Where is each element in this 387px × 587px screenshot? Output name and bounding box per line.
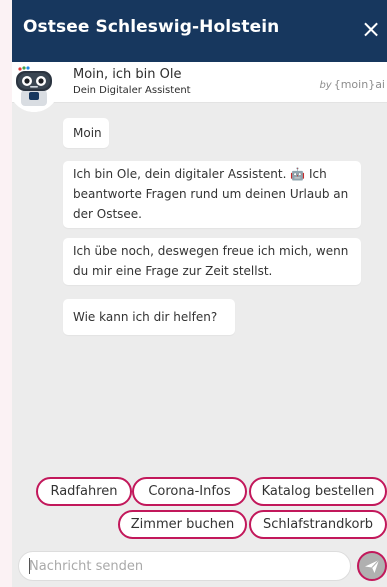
powered-by[interactable]: by {moin}ai xyxy=(319,78,385,91)
quick-replies: Radfahren Corona-Infos Katalog bestellen… xyxy=(12,468,387,545)
message-input[interactable] xyxy=(18,551,351,581)
bot-message: Moin xyxy=(63,118,109,148)
bot-name: Moin, ich bin Ole xyxy=(73,67,182,82)
quick-reply-katalog-bestellen[interactable]: Katalog bestellen xyxy=(249,477,387,506)
close-icon[interactable]: × xyxy=(361,16,381,42)
page-background-strip xyxy=(0,0,12,587)
quick-reply-schlafstrandkorb[interactable]: Schlafstrandkorb xyxy=(249,510,387,539)
chat-title: Ostsee Schleswig-Holstein xyxy=(23,17,280,37)
quick-reply-corona-infos[interactable]: Corona-Infos xyxy=(132,477,247,506)
quick-reply-radfahren[interactable]: Radfahren xyxy=(36,477,132,506)
chat-widget: Ostsee Schleswig-Holstein × Moin, ich bi… xyxy=(12,0,387,587)
message-list: Moin Ich bin Ole, dein digitaler Assiste… xyxy=(12,103,387,468)
powered-by-prefix: by xyxy=(319,80,332,91)
chat-header: Ostsee Schleswig-Holstein × xyxy=(12,0,387,62)
bot-subtitle: Dein Digitaler Assistent xyxy=(73,85,191,96)
send-icon[interactable] xyxy=(357,551,387,581)
bot-message: Ich übe noch, deswegen freue ich mich, w… xyxy=(63,238,361,285)
input-bar xyxy=(12,545,387,587)
bot-message: Ich bin Ole, dein digitaler Assistent. 🤖… xyxy=(63,161,361,228)
text-cursor xyxy=(29,558,30,574)
quick-reply-zimmer-buchen[interactable]: Zimmer buchen xyxy=(118,510,247,539)
powered-by-brand: {moin}ai xyxy=(333,78,385,91)
bot-message: Wie kann ich dir helfen? xyxy=(63,299,235,335)
